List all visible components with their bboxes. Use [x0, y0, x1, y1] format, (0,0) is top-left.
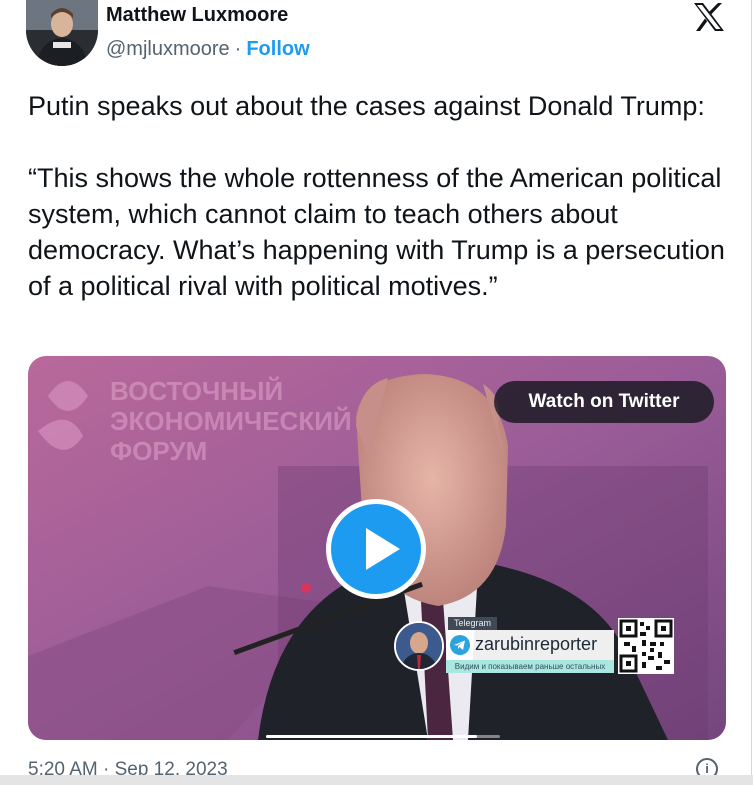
- author-handle-row: @mjluxmoore · Follow: [106, 38, 310, 61]
- video-progress-bar[interactable]: [266, 735, 500, 738]
- backdrop-text-line-2: ЭКОНОМИЧЕСКИЙ: [110, 406, 352, 436]
- video-progress-fill: [266, 735, 477, 738]
- follow-button[interactable]: Follow: [246, 38, 309, 60]
- horizontal-scrollbar[interactable]: [0, 775, 753, 785]
- backdrop-text-line-3: ФОРУМ: [110, 436, 207, 466]
- backdrop-text-line-1: ВОСТОЧНЫЙ: [110, 376, 283, 406]
- channel-name: zarubinreporter: [475, 634, 598, 654]
- qr-code-icon: [618, 618, 674, 674]
- watch-on-twitter-button[interactable]: Watch on Twitter: [494, 381, 714, 423]
- channel-overlay: Telegram zarubinreporter Видим и показыв…: [394, 617, 676, 679]
- x-logo-icon[interactable]: [692, 2, 726, 32]
- author-handle[interactable]: @mjluxmoore: [106, 38, 230, 60]
- channel-name-box: zarubinreporter: [446, 630, 614, 660]
- separator-dot: ·: [234, 38, 242, 60]
- telegram-icon: [450, 635, 470, 655]
- author-name[interactable]: Matthew Luxmoore: [106, 4, 288, 27]
- tweet-timestamp[interactable]: 5:20 AM · Sep 12, 2023: [28, 759, 228, 775]
- channel-subtitle: Видим и показываем раньше остальных: [446, 660, 614, 673]
- tweet-text: Putin speaks out about the cases against…: [28, 91, 725, 301]
- telegram-tag: Telegram: [448, 617, 498, 630]
- tweet-card: Matthew Luxmoore @mjluxmoore · Follow Puti…: [0, 0, 752, 775]
- info-icon[interactable]: i: [696, 758, 718, 775]
- author-avatar[interactable]: [26, 0, 98, 66]
- reporter-avatar: [394, 621, 444, 671]
- play-icon[interactable]: [326, 499, 426, 599]
